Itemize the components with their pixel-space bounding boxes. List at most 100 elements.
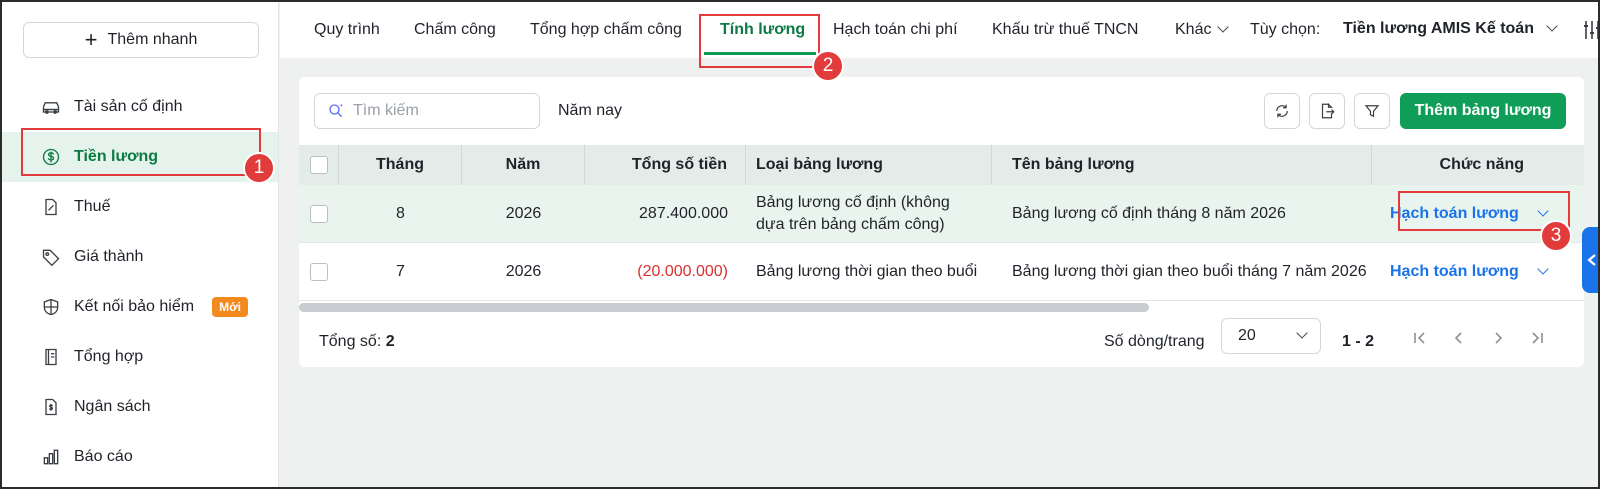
tab-timekeeping[interactable]: Chấm công bbox=[414, 21, 496, 39]
ledger-book-icon bbox=[40, 346, 62, 368]
row-checkbox-cell bbox=[299, 185, 339, 242]
cell-total: 287.400.000 bbox=[639, 204, 728, 222]
price-tag-icon bbox=[40, 246, 62, 268]
chevron-left-icon bbox=[1587, 254, 1596, 266]
search-icon bbox=[329, 103, 343, 118]
cell-month: 8 bbox=[396, 204, 405, 222]
next-page-button[interactable] bbox=[1489, 329, 1507, 347]
payroll-list-card: Năm nay Thêm bảng lương Tháng Năm Tổng s… bbox=[299, 77, 1584, 367]
period-filter[interactable]: Năm nay bbox=[558, 102, 622, 120]
tab-other[interactable]: Khác bbox=[1175, 21, 1230, 39]
sidebar-item-label: Giá thành bbox=[74, 248, 144, 265]
add-payroll-button[interactable]: Thêm bảng lương bbox=[1400, 93, 1566, 129]
quick-add-label: Thêm nhanh bbox=[107, 31, 198, 48]
highlight-box-sidebar bbox=[21, 128, 261, 176]
options-value: Tiền lương AMIS Kế toán bbox=[1343, 20, 1534, 37]
header-name[interactable]: Tên bảng lương bbox=[992, 145, 1372, 185]
highlight-box-tab bbox=[699, 14, 820, 68]
cell-total: (20.000.000) bbox=[637, 262, 728, 280]
payroll-table: Tháng Năm Tổng số tiền Loại bảng lương T… bbox=[299, 145, 1584, 301]
header-function: Chức năng bbox=[1439, 156, 1524, 173]
first-page-button[interactable] bbox=[1411, 329, 1429, 347]
search-box[interactable] bbox=[314, 93, 540, 129]
rows-per-page-label: Số dòng/trang bbox=[1104, 333, 1205, 350]
total-count-value: 2 bbox=[385, 333, 395, 350]
header-year[interactable]: Năm bbox=[462, 145, 585, 185]
refresh-icon bbox=[1276, 104, 1288, 118]
quick-add-button[interactable]: + Thêm nhanh bbox=[23, 22, 259, 58]
cell-name: Bảng lương cố định tháng 8 năm 2026 bbox=[1012, 204, 1286, 222]
sidebar-item-label: Ngân sách bbox=[74, 398, 151, 415]
row-checkbox[interactable] bbox=[310, 262, 328, 281]
cell-year: 2026 bbox=[505, 204, 542, 222]
total-count-label: Tổng số: bbox=[319, 333, 382, 350]
cell-name: Bảng lương thời gian theo buổi tháng 7 n… bbox=[1012, 262, 1367, 280]
step-marker-3: 3 bbox=[1540, 220, 1572, 252]
tab-cost-accounting[interactable]: Hạch toán chi phí bbox=[833, 21, 958, 39]
step-marker-2: 2 bbox=[812, 50, 844, 82]
sidebar-item-label: Tổng hợp bbox=[74, 348, 144, 365]
row-checkbox[interactable] bbox=[310, 204, 328, 223]
options-select[interactable]: Tiền lương AMIS Kế toán bbox=[1343, 20, 1558, 38]
horizontal-scrollbar[interactable] bbox=[299, 303, 1149, 312]
tab-timekeeping-summary[interactable]: Tổng hợp chấm công bbox=[530, 21, 682, 39]
shield-icon bbox=[40, 296, 62, 318]
select-all-cell bbox=[299, 145, 339, 185]
budget-document-icon bbox=[40, 396, 62, 418]
sidebar-item-tax[interactable]: Thuế bbox=[2, 182, 278, 232]
sidebar-item-budget[interactable]: Ngân sách bbox=[2, 382, 278, 432]
filter-icon bbox=[1364, 105, 1380, 118]
options-label: Tùy chọn: bbox=[1250, 21, 1321, 38]
payroll-accounting-link[interactable]: Hạch toán lương bbox=[1390, 263, 1519, 281]
tab-pit-deduction[interactable]: Khấu trừ thuế TNCN bbox=[992, 21, 1138, 39]
car-icon bbox=[40, 96, 62, 118]
cell-year: 2026 bbox=[505, 262, 542, 280]
plus-icon: + bbox=[84, 27, 98, 52]
sidebar-item-label: Tài sản cố định bbox=[74, 98, 183, 115]
rows-per-page-select[interactable]: 20 bbox=[1221, 318, 1321, 354]
step-marker-1: 1 bbox=[243, 152, 275, 184]
sidebar-item-summary[interactable]: Tổng hợp bbox=[2, 332, 278, 382]
sidebar-item-reports[interactable]: Báo cáo bbox=[2, 432, 278, 482]
tab-process[interactable]: Quy trình bbox=[314, 21, 380, 39]
page-range: 1 - 2 bbox=[1342, 333, 1375, 350]
filter-button[interactable] bbox=[1354, 93, 1390, 129]
sidebar-item-insurance[interactable]: Kết nối bảo hiểm Mới bbox=[2, 282, 278, 332]
row-checkbox-cell bbox=[299, 243, 339, 300]
chevron-right-icon bbox=[1495, 332, 1503, 344]
app-window: + Thêm nhanh Tài sản cố định Tiền lương bbox=[0, 0, 1600, 489]
refresh-button[interactable] bbox=[1264, 93, 1300, 129]
chevron-down-icon bbox=[1296, 327, 1308, 339]
sidebar-item-fixed-assets[interactable]: Tài sản cố định bbox=[2, 82, 278, 132]
sidebar-item-label: Kết nối bảo hiểm bbox=[74, 298, 195, 315]
bar-chart-icon bbox=[40, 446, 62, 468]
settings-sliders-icon[interactable] bbox=[1583, 18, 1600, 42]
cell-month: 7 bbox=[396, 262, 405, 280]
search-input[interactable] bbox=[353, 102, 523, 120]
last-page-icon bbox=[1532, 332, 1543, 344]
header-total[interactable]: Tổng số tiền bbox=[585, 145, 746, 185]
header-type[interactable]: Loại bảng lương bbox=[746, 145, 992, 185]
select-all-checkbox[interactable] bbox=[309, 156, 328, 174]
sidebar-item-cost[interactable]: Giá thành bbox=[2, 232, 278, 282]
export-icon bbox=[1321, 102, 1335, 119]
chevron-left-icon bbox=[1454, 332, 1462, 344]
table-row[interactable]: 7 2026 (20.000.000) Bảng lương thời gian… bbox=[299, 243, 1584, 301]
cell-type: Bảng lương cố định (không dựa trên bảng … bbox=[756, 193, 950, 233]
last-page-button[interactable] bbox=[1528, 329, 1546, 347]
tab-other-label: Khác bbox=[1175, 21, 1212, 38]
chevron-down-icon[interactable] bbox=[1537, 262, 1549, 275]
header-month[interactable]: Tháng bbox=[339, 145, 462, 185]
total-count: Tổng số: 2 bbox=[319, 333, 395, 351]
side-panel-toggle[interactable] bbox=[1582, 227, 1598, 293]
prev-page-button[interactable] bbox=[1450, 329, 1468, 347]
sidebar-item-label: Thuế bbox=[74, 198, 111, 215]
table-row[interactable]: 8 2026 287.400.000 Bảng lương cố định (k… bbox=[299, 185, 1584, 243]
chevron-down-icon bbox=[1217, 21, 1230, 33]
sidebar: + Thêm nhanh Tài sản cố định Tiền lương bbox=[2, 2, 279, 487]
rows-per-page-value: 20 bbox=[1238, 327, 1256, 344]
first-page-icon bbox=[1414, 332, 1425, 344]
sidebar-item-label: Báo cáo bbox=[74, 448, 133, 465]
tax-document-icon bbox=[40, 196, 62, 218]
export-button[interactable] bbox=[1309, 93, 1345, 129]
